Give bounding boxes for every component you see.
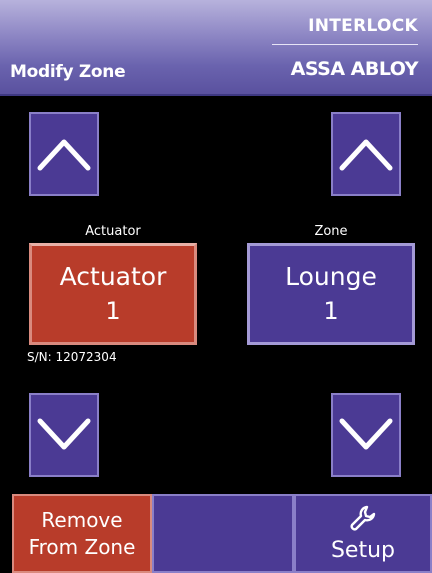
bottom-toolbar: Remove From Zone Setup: [0, 494, 432, 573]
actuator-label: Actuator: [85, 224, 141, 239]
wrench-icon: [350, 505, 376, 531]
zone-down-button[interactable]: [331, 393, 401, 477]
modify-zone-screen: Modify Zone INTERLOCK ASSA ABLOY Actuato…: [0, 0, 432, 573]
actuator-up-button[interactable]: [29, 112, 99, 196]
header-bar: Modify Zone INTERLOCK ASSA ABLOY: [0, 0, 432, 96]
remove-from-zone-button[interactable]: Remove From Zone: [12, 494, 152, 573]
actuator-name: Actuator: [59, 262, 167, 291]
zone-name: Lounge: [285, 262, 377, 291]
zone-up-button[interactable]: [331, 112, 401, 196]
chevron-down-icon: [339, 418, 393, 450]
brand-logo-interlock: INTERLOCK: [308, 16, 418, 36]
actuator-number: 1: [105, 297, 121, 325]
actuator-select-button[interactable]: Actuator 1: [29, 243, 197, 345]
setup-button[interactable]: Setup: [294, 494, 432, 573]
zone-label: Zone: [314, 224, 348, 239]
chevron-up-icon: [37, 139, 91, 171]
remove-label-line2: From Zone: [28, 534, 136, 559]
brand-logo-assa-abloy: ASSA ABLOY: [290, 58, 419, 80]
actuator-down-button[interactable]: [29, 393, 99, 477]
empty-toolbar-slot: [152, 494, 294, 573]
chevron-down-icon: [37, 418, 91, 450]
chevron-up-icon: [339, 139, 393, 171]
brand-divider: [272, 44, 418, 45]
remove-label-line1: Remove: [41, 507, 123, 532]
setup-label: Setup: [330, 538, 396, 563]
page-title: Modify Zone: [10, 62, 126, 82]
zone-number: 1: [323, 297, 339, 325]
zone-select-button[interactable]: Lounge 1: [247, 243, 415, 345]
actuator-serial-number: S/N: 12072304: [27, 350, 117, 364]
